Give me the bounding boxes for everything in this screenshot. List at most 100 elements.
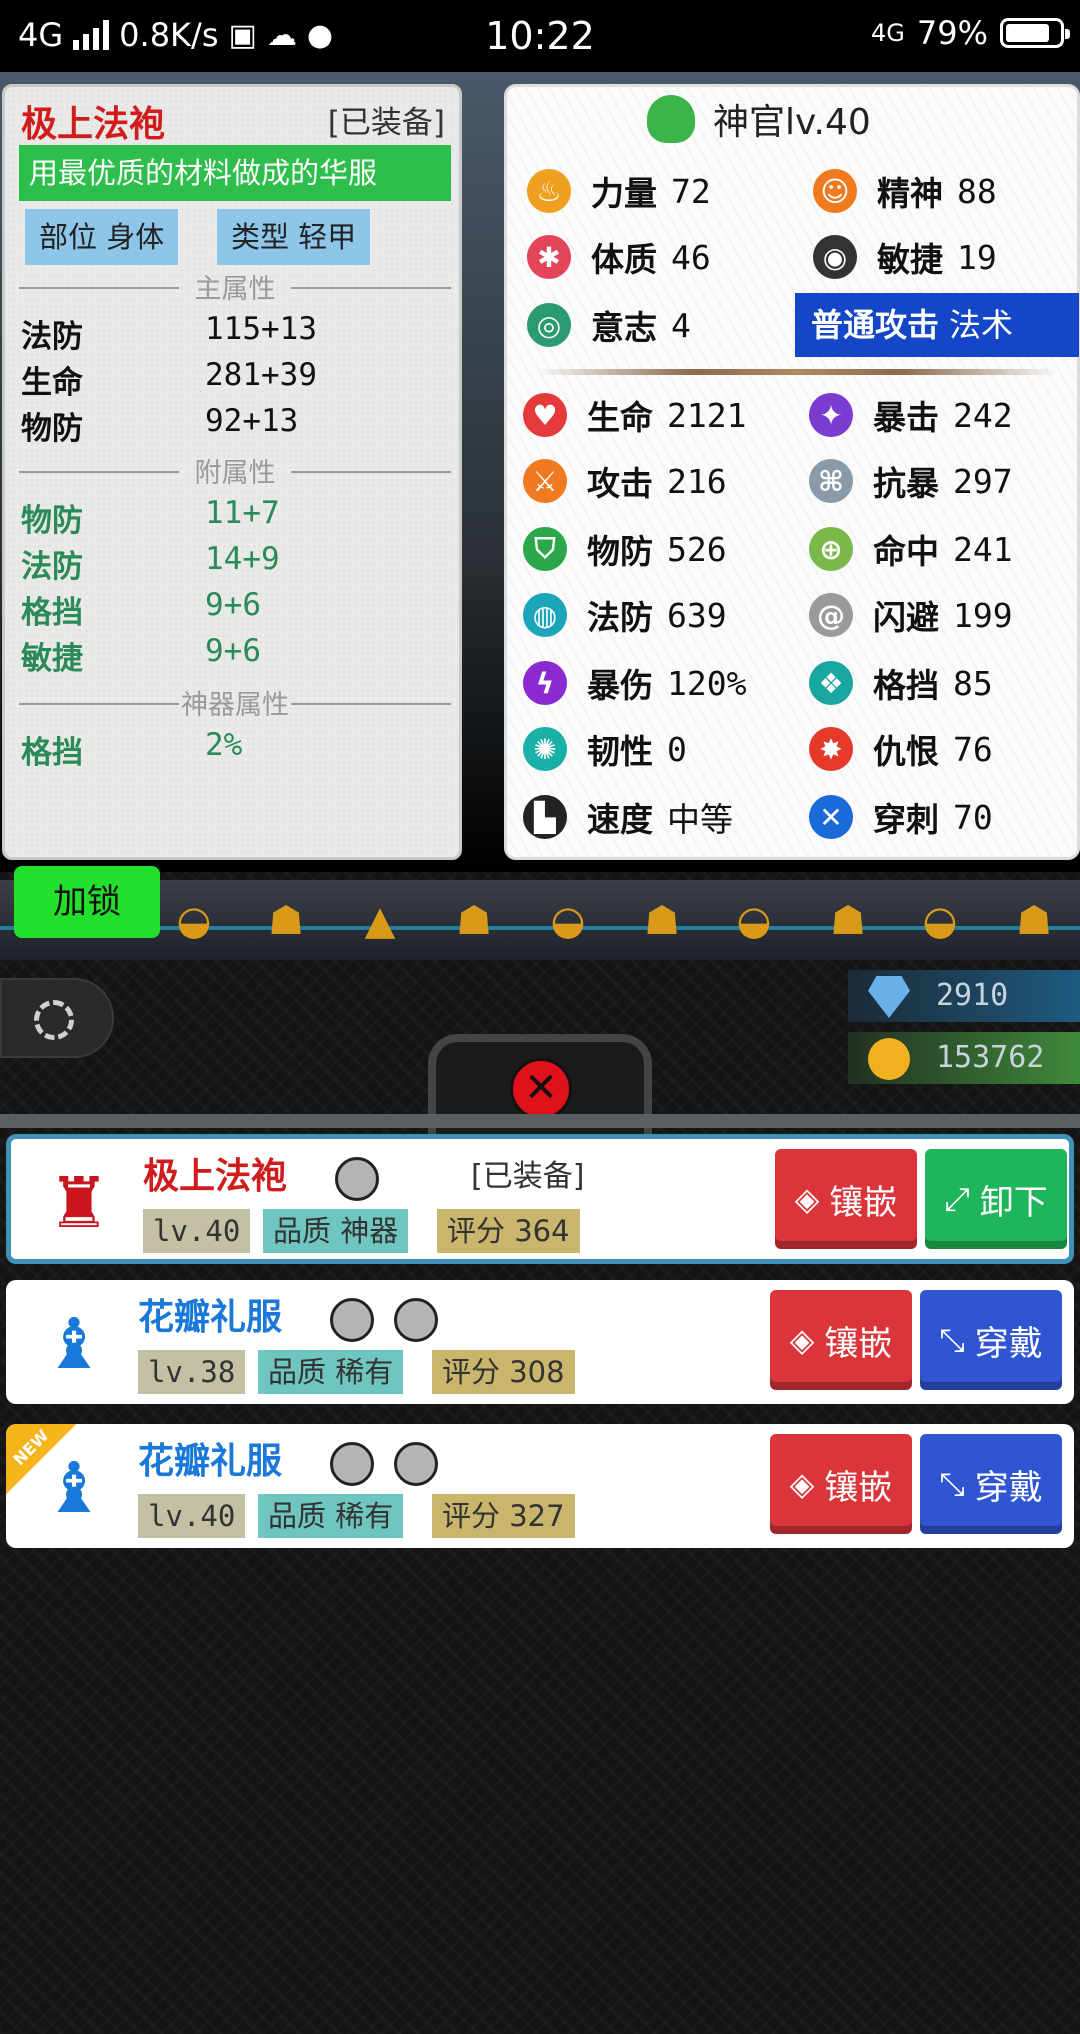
stat-agility: ◉ 敏捷 19 bbox=[813, 233, 997, 281]
shield-icon: ⛉ bbox=[523, 527, 567, 571]
stat-crit: ✦ 暴击 242 bbox=[809, 391, 1013, 439]
heart-icon: ♥ bbox=[523, 393, 567, 437]
unequip-button[interactable]: ⤢ 卸下 bbox=[925, 1149, 1067, 1249]
artifact-attr-title: 神器属性 bbox=[19, 683, 451, 722]
crosshair-icon: ⊕ bbox=[809, 527, 853, 571]
priest-class-icon bbox=[647, 95, 695, 143]
stage-node-icon: ◒ bbox=[736, 898, 772, 944]
stat-dodge: @ 闪避 199 bbox=[809, 591, 1013, 639]
character-stat-panel: 神官lv.40 ♨ 力量 72 ☺ 精神 88 ✱ 体质 46 ◉ 敏捷 19 ◎ 意志 4 普通攻… bbox=[504, 84, 1080, 860]
score-pill: 评分 308 bbox=[432, 1350, 575, 1394]
network-indicator-right: 4G bbox=[871, 19, 905, 47]
crit-icon: ✦ bbox=[809, 393, 853, 437]
diamond-icon bbox=[868, 976, 910, 1018]
gold-coin-icon bbox=[868, 1038, 910, 1080]
gear-card[interactable]: ♝ 花瓣礼服 lv.38 品质 稀有 评分 308 ◈ 镶嵌 ⤡ 穿戴 bbox=[6, 1280, 1074, 1404]
stat-threat: ✸ 仇恨 76 bbox=[809, 725, 993, 773]
gem-socket[interactable] bbox=[330, 1298, 374, 1342]
body-icon: ✱ bbox=[527, 235, 571, 279]
equipped-tag: [已装备] bbox=[327, 105, 445, 141]
stage-node-icon: ☗ bbox=[1016, 898, 1052, 944]
gear-card[interactable]: ♜ 极上法袍 [已装备] lv.40 品质 神器 评分 364 ◈ 镶嵌 ⤢ 卸下 bbox=[6, 1134, 1074, 1264]
quality-pill: 品质 稀有 bbox=[258, 1350, 404, 1394]
ornament-divider bbox=[537, 369, 1057, 375]
stage-node-icon: ◒ bbox=[176, 898, 212, 944]
character-title: 神官lv.40 bbox=[713, 102, 871, 143]
boot-icon: ▙ bbox=[523, 795, 567, 839]
quality-pill: 品质 神器 bbox=[263, 1209, 409, 1253]
gear-name: 花瓣礼服 bbox=[138, 1440, 283, 1482]
sub-attr-title: 附属性 bbox=[19, 451, 451, 490]
slot-tag: 部位 身体 bbox=[25, 209, 179, 265]
main-attr-title: 主属性 bbox=[19, 267, 451, 306]
gear-icon bbox=[34, 1000, 74, 1040]
diamond-outline-icon: ◈ bbox=[789, 1465, 815, 1503]
toughness-icon: ✺ bbox=[523, 727, 567, 771]
list-frame-bar bbox=[0, 1114, 1080, 1128]
stage-boss-icon: ▲ bbox=[364, 898, 396, 944]
magic-shield-icon: ◍ bbox=[523, 593, 567, 637]
gem-socket[interactable] bbox=[394, 1298, 438, 1342]
stat-attack: ⚔ 攻击 216 bbox=[523, 457, 727, 505]
stat-phys-def: ⛉ 物防 526 bbox=[523, 525, 727, 573]
diamond-counter: 2910 bbox=[848, 970, 1080, 1022]
type-tag: 类型 轻甲 bbox=[217, 209, 371, 265]
block-icon: ❖ bbox=[809, 661, 853, 705]
gem-socket[interactable] bbox=[330, 1442, 374, 1486]
stat-speed: ▙ 速度 中等 bbox=[523, 793, 733, 841]
lightning-icon: ϟ bbox=[523, 661, 567, 705]
lock-button[interactable]: 加锁 bbox=[14, 866, 160, 938]
stat-will: ◎ 意志 4 bbox=[527, 301, 691, 349]
normal-attack-type[interactable]: 普通攻击 法术 bbox=[795, 293, 1079, 357]
score-pill: 评分 364 bbox=[437, 1209, 580, 1253]
inlay-button[interactable]: ◈ 镶嵌 bbox=[770, 1290, 912, 1390]
gear-card[interactable]: NEW ♝ 花瓣礼服 lv.40 品质 稀有 评分 327 ◈ 镶嵌 ⤡ 穿戴 bbox=[6, 1424, 1074, 1548]
level-pill: lv.40 bbox=[138, 1494, 246, 1538]
score-pill: 评分 327 bbox=[432, 1494, 575, 1538]
threat-icon: ✸ bbox=[809, 727, 853, 771]
swirl-icon: @ bbox=[809, 593, 853, 637]
stat-block: ❖ 格挡 85 bbox=[809, 659, 993, 707]
expand-icon: ⤢ bbox=[944, 1179, 970, 1218]
quality-pill: 品质 稀有 bbox=[258, 1494, 404, 1538]
diamond-outline-icon: ◈ bbox=[789, 1321, 815, 1359]
level-pill: lv.38 bbox=[138, 1350, 246, 1394]
equipped-tag: [已装备] bbox=[471, 1159, 585, 1194]
compress-icon: ⤡ bbox=[939, 1320, 965, 1359]
inlay-button[interactable]: ◈ 镶嵌 bbox=[775, 1149, 917, 1249]
stage-node-icon: ☗ bbox=[830, 898, 866, 944]
eye-icon: ◉ bbox=[813, 235, 857, 279]
close-icon: ✕ bbox=[524, 1065, 558, 1111]
diamond-outline-icon: ◈ bbox=[794, 1180, 820, 1218]
level-pill: lv.40 bbox=[143, 1209, 251, 1253]
stat-magic-def: ◍ 法防 639 bbox=[523, 591, 727, 639]
stat-hp: ♥ 生命 2121 bbox=[523, 391, 746, 439]
stage-node-icon: ◒ bbox=[922, 898, 958, 944]
stage-node-icon: ◒ bbox=[550, 898, 586, 944]
brain-icon: ☺ bbox=[813, 169, 857, 213]
character-header: 神官lv.40 bbox=[647, 93, 871, 145]
stage-node-icon: ☗ bbox=[268, 898, 304, 944]
battery-icon bbox=[1000, 18, 1070, 48]
compress-icon: ⤡ bbox=[939, 1464, 965, 1503]
stat-hit: ⊕ 命中 241 bbox=[809, 525, 1013, 573]
settings-button[interactable] bbox=[0, 978, 114, 1058]
pierce-icon: ✕ bbox=[809, 795, 853, 839]
equip-button[interactable]: ⤡ 穿戴 bbox=[920, 1434, 1062, 1534]
stage-progress-track: ◒ ☗ ▲ ☗ ◒ ☗ ◒ ☗ ◒ ☗ bbox=[0, 880, 1080, 960]
sword-icon: ⚔ bbox=[523, 459, 567, 503]
equip-button[interactable]: ⤡ 穿戴 bbox=[920, 1290, 1062, 1390]
target-icon: ◎ bbox=[527, 303, 571, 347]
gem-socket[interactable] bbox=[335, 1157, 379, 1201]
stage-node-icon: ☗ bbox=[456, 898, 492, 944]
robe-blue-icon: ♝ bbox=[42, 1303, 106, 1385]
stat-spirit: ☺ 精神 88 bbox=[813, 167, 997, 215]
stat-strength: ♨ 力量 72 bbox=[527, 167, 711, 215]
close-button[interactable]: ✕ bbox=[510, 1058, 572, 1120]
stat-crit-damage: ϟ 暴伤 120% bbox=[523, 659, 746, 707]
resist-icon: ⌘ bbox=[809, 459, 853, 503]
gem-socket[interactable] bbox=[394, 1442, 438, 1486]
inlay-button[interactable]: ◈ 镶嵌 bbox=[770, 1434, 912, 1534]
fire-icon: ♨ bbox=[527, 169, 571, 213]
item-tooltip-panel: 极上法袍 [已装备] 用最优质的材料做成的华服 部位 身体 类型 轻甲 主属性 … bbox=[2, 84, 462, 860]
